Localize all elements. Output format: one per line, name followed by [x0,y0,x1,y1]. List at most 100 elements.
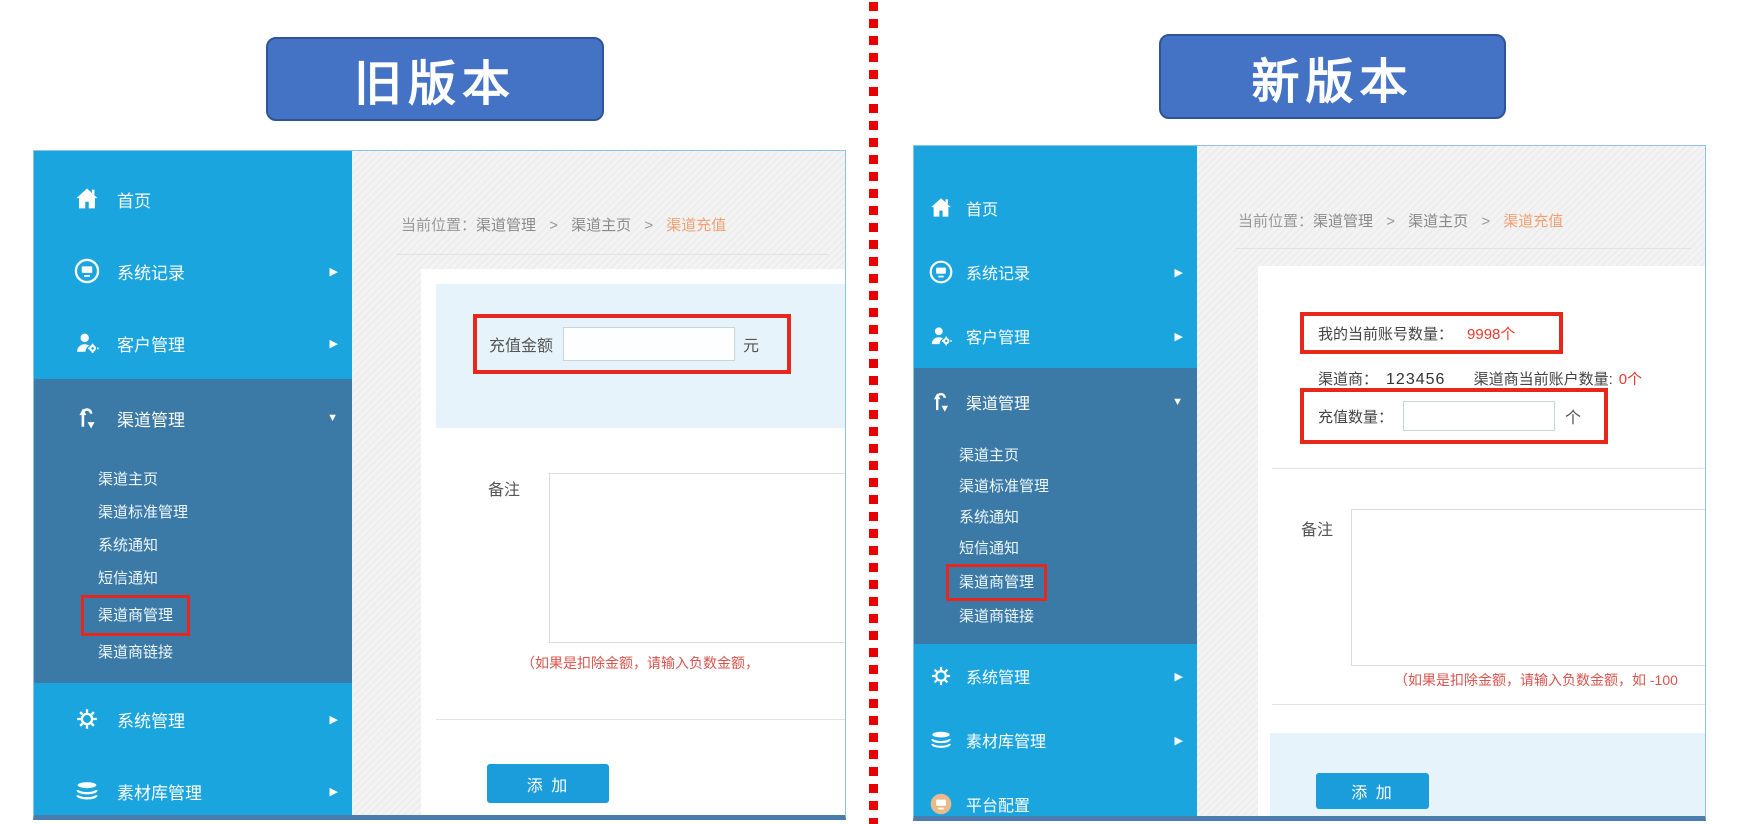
chevron-down-icon: ▼ [1172,396,1183,408]
note-textarea[interactable] [549,473,845,643]
submenu-item-sms-notice[interactable]: 短信通知 [959,533,1197,564]
monitor-circle-icon [72,257,102,285]
sidebar-item-label: 客户管理 [117,335,185,355]
breadcrumb-location-label: 当前位置： [1238,213,1314,230]
red-dotted-divider [869,2,878,824]
sidebar-item-label: 系统记录 [966,266,1031,283]
red-highlight-box-my-account-count: 我的当前账号数量： 9998个 [1300,312,1563,354]
content-area: 当前位置：渠道管理 > 渠道主页 > 渠道充值 我的当前账号数量： 9998个 … [1197,146,1705,816]
sidebar-item-material-mgmt[interactable]: 素材库管理 ▶ [34,755,352,815]
note-label: 备注 [1301,522,1334,539]
breadcrumb-divider [396,254,829,255]
monitor-circle-icon-tan [926,791,956,816]
submenu-item-system-notice[interactable]: 系统通知 [959,502,1197,533]
sidebar-item-system-mgmt[interactable]: 系统管理 ▶ [914,644,1197,708]
breadcrumb-separator: > [644,217,654,234]
submenu-item-sms-notice[interactable]: 短信通知 [98,562,352,595]
recharge-count-input[interactable] [1403,401,1556,431]
old-version-banner-label: 旧版本 [353,58,516,111]
breadcrumb-divider [1235,248,1691,249]
breadcrumb-item-channel-mgmt[interactable]: 渠道管理 [476,217,536,234]
sidebar-item-customer-mgmt[interactable]: 客户管理 ▶ [34,307,352,379]
submenu-item-channel-home[interactable]: 渠道主页 [98,463,352,496]
home-icon [72,185,102,213]
comparison-image: 旧版本 新版本 首页 系统记录 ▶ 客户管理 ▶ 渠道管理 ▼ 渠道主页 渠道标… [0,0,1746,824]
red-highlight-box-amount: 充值金额 元 [473,314,791,374]
sidebar-item-system-log[interactable]: 系统记录 ▶ [914,240,1197,304]
new-version-panel: 首页 系统记录 ▶ 客户管理 ▶ 渠道管理 ▼ 渠道主页 渠道标准管理 系统通知… [913,145,1706,821]
sidebar-item-platform-config[interactable]: 平台配置 [914,772,1197,816]
submenu-item-channel-dealer-mgmt[interactable]: 渠道商管理 [81,595,352,636]
add-button[interactable]: 添 加 [487,764,609,803]
my-account-count-label: 我的当前账号数量： [1318,325,1454,343]
sidebar-item-label: 系统管理 [966,670,1031,687]
submenu-item-channel-dealer-mgmt[interactable]: 渠道商管理 [946,564,1197,601]
sidebar-item-label: 渠道管理 [966,396,1031,413]
old-version-panel: 首页 系统记录 ▶ 客户管理 ▶ 渠道管理 ▼ 渠道主页 渠道标准管理 系统通知… [33,150,846,820]
submenu-item-channel-dealer-link[interactable]: 渠道商链接 [98,636,352,669]
swap-arrows-icon [926,389,956,415]
chevron-right-icon: ▶ [1174,670,1183,683]
channel-submenu: 渠道主页 渠道标准管理 系统通知 短信通知 渠道商管理 渠道商链接 [914,436,1197,644]
amount-input[interactable] [563,327,736,361]
amount-label: 充值金额 [489,338,554,355]
old-version-banner: 旧版本 [266,37,604,121]
sidebar-item-system-mgmt[interactable]: 系统管理 ▶ [34,683,352,755]
sidebar-item-home[interactable]: 首页 [34,163,352,235]
breadcrumb-separator: > [1481,213,1491,230]
sidebar-item-customer-mgmt[interactable]: 客户管理 ▶ [914,304,1197,368]
swap-arrows-icon [72,404,102,432]
chevron-right-icon: ▶ [329,337,338,350]
sidebar-item-label: 素材库管理 [117,783,202,803]
negative-amount-hint: （如果是扣除金额，请输入负数金额， [521,655,759,671]
chevron-down-icon: ▼ [327,412,338,424]
my-account-count-value: 9998个 [1467,325,1516,343]
submenu-item-channel-standard[interactable]: 渠道标准管理 [98,496,352,529]
chevron-right-icon: ▶ [329,265,338,278]
sidebar-item-channel-mgmt[interactable]: 渠道管理 ▼ [34,379,352,457]
chevron-right-icon: ▶ [329,785,338,798]
breadcrumb-item-channel-home[interactable]: 渠道主页 [571,217,631,234]
breadcrumb-item-channel-home[interactable]: 渠道主页 [1408,213,1468,230]
submenu-item-channel-dealer-link[interactable]: 渠道商链接 [959,601,1197,632]
sidebar-group-channel-mgmt: 渠道管理 ▼ 渠道主页 渠道标准管理 系统通知 短信通知 渠道商管理 渠道商链接 [34,379,352,683]
sidebar-item-channel-mgmt[interactable]: 渠道管理 ▼ [914,368,1197,436]
sidebar-group-channel-mgmt: 渠道管理 ▼ 渠道主页 渠道标准管理 系统通知 短信通知 渠道商管理 渠道商链接 [914,368,1197,644]
content-area: 当前位置：渠道管理 > 渠道主页 > 渠道充值 充值金额 元 备注 （如果是扣除… [352,151,845,815]
layers-icon [72,777,102,805]
layers-icon [926,727,956,753]
sidebar-item-label: 素材库管理 [966,734,1047,751]
sidebar-item-label: 渠道管理 [117,410,185,430]
user-gear-icon [926,323,956,349]
sidebar-item-label: 平台配置 [966,798,1031,815]
breadcrumb: 当前位置：渠道管理 > 渠道主页 > 渠道充值 [401,214,726,235]
chevron-right-icon: ▶ [1174,330,1183,343]
amount-unit-label: 元 [743,338,760,355]
recharge-form-card: 充值金额 元 备注 （如果是扣除金额，请输入负数金额， 添 加 [421,269,845,815]
monitor-circle-icon [926,259,956,285]
sidebar-item-system-log[interactable]: 系统记录 ▶ [34,235,352,307]
amount-band: 充值金额 元 [436,284,845,428]
add-button[interactable]: 添 加 [1316,773,1429,809]
breadcrumb-location-label: 当前位置： [401,217,477,234]
sidebar-item-home[interactable]: 首页 [914,176,1197,240]
gear-icon [926,663,956,689]
channel-dealer-label: 渠道商： [1318,371,1379,388]
form-divider [1272,704,1705,705]
sidebar: 首页 系统记录 ▶ 客户管理 ▶ 渠道管理 ▼ 渠道主页 渠道标准管理 系统通知… [34,151,352,815]
submenu-item-channel-standard[interactable]: 渠道标准管理 [959,471,1197,502]
breadcrumb-separator: > [1386,213,1395,230]
new-version-banner: 新版本 [1159,34,1506,119]
note-textarea[interactable] [1351,509,1705,666]
submenu-item-channel-home[interactable]: 渠道主页 [959,440,1197,471]
recharge-count-unit-label: 个 [1565,410,1582,427]
home-icon [926,195,956,221]
sidebar: 首页 系统记录 ▶ 客户管理 ▶ 渠道管理 ▼ 渠道主页 渠道标准管理 系统通知… [914,146,1197,816]
sidebar-item-material-mgmt[interactable]: 素材库管理 ▶ [914,708,1197,772]
new-version-banner-label: 新版本 [1251,55,1414,109]
breadcrumb-item-channel-mgmt[interactable]: 渠道管理 [1313,213,1373,230]
user-gear-icon [72,329,102,357]
channel-account-count-value: 0个 [1618,371,1643,388]
sidebar-item-label: 系统管理 [117,711,185,731]
submenu-item-system-notice[interactable]: 系统通知 [98,529,352,562]
